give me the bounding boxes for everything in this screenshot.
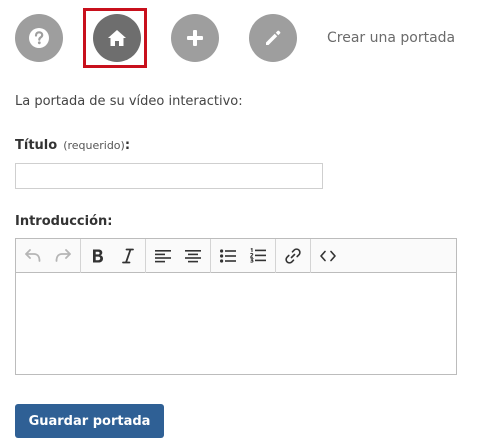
align-left-icon xyxy=(155,249,171,262)
align-left-button[interactable] xyxy=(148,242,178,270)
help-button[interactable] xyxy=(15,14,63,62)
step-title: Crear una portada xyxy=(327,30,456,46)
add-button[interactable] xyxy=(171,14,219,62)
bold-icon xyxy=(93,249,103,262)
page-intro-text: La portada de su vídeo interactivo: xyxy=(15,94,243,109)
redo-button[interactable] xyxy=(48,242,78,270)
link-icon xyxy=(285,247,301,264)
title-input[interactable] xyxy=(15,163,323,189)
text-style-group xyxy=(81,238,146,273)
bold-button[interactable] xyxy=(83,242,113,270)
title-label-text: Título xyxy=(15,138,58,153)
source-group xyxy=(311,239,345,273)
source-code-button[interactable] xyxy=(313,242,343,270)
align-center-icon xyxy=(185,249,201,262)
introduction-field-label: Introducción: xyxy=(15,214,113,229)
italic-button[interactable] xyxy=(113,242,143,270)
pencil-icon xyxy=(266,30,281,45)
home-button[interactable] xyxy=(93,14,141,62)
numbered-list-icon xyxy=(250,248,266,263)
required-note: (requerido) xyxy=(63,139,125,152)
italic-icon xyxy=(122,248,134,263)
list-group xyxy=(211,238,276,273)
title-field-label: Título (requerido): xyxy=(15,138,130,153)
alignment-group xyxy=(146,238,211,273)
introduction-editor xyxy=(15,238,457,375)
plus-icon xyxy=(187,30,203,46)
home-icon xyxy=(108,30,126,46)
undo-button[interactable] xyxy=(18,242,48,270)
link-group xyxy=(276,238,311,273)
link-button[interactable] xyxy=(278,242,308,270)
editor-toolbar xyxy=(16,238,456,273)
redo-icon xyxy=(55,248,71,262)
bulleted-list-button[interactable] xyxy=(213,242,243,270)
bulleted-list-icon xyxy=(220,248,236,263)
editor-content-area[interactable] xyxy=(16,273,456,374)
source-code-icon xyxy=(320,250,336,261)
history-group xyxy=(16,238,81,273)
title-label-colon: : xyxy=(124,138,131,153)
align-center-button[interactable] xyxy=(178,242,208,270)
numbered-list-button[interactable] xyxy=(243,242,273,270)
help-icon xyxy=(29,28,49,48)
edit-button[interactable] xyxy=(249,14,297,62)
save-cover-button[interactable]: Guardar portada xyxy=(15,404,164,438)
undo-icon xyxy=(25,248,41,262)
